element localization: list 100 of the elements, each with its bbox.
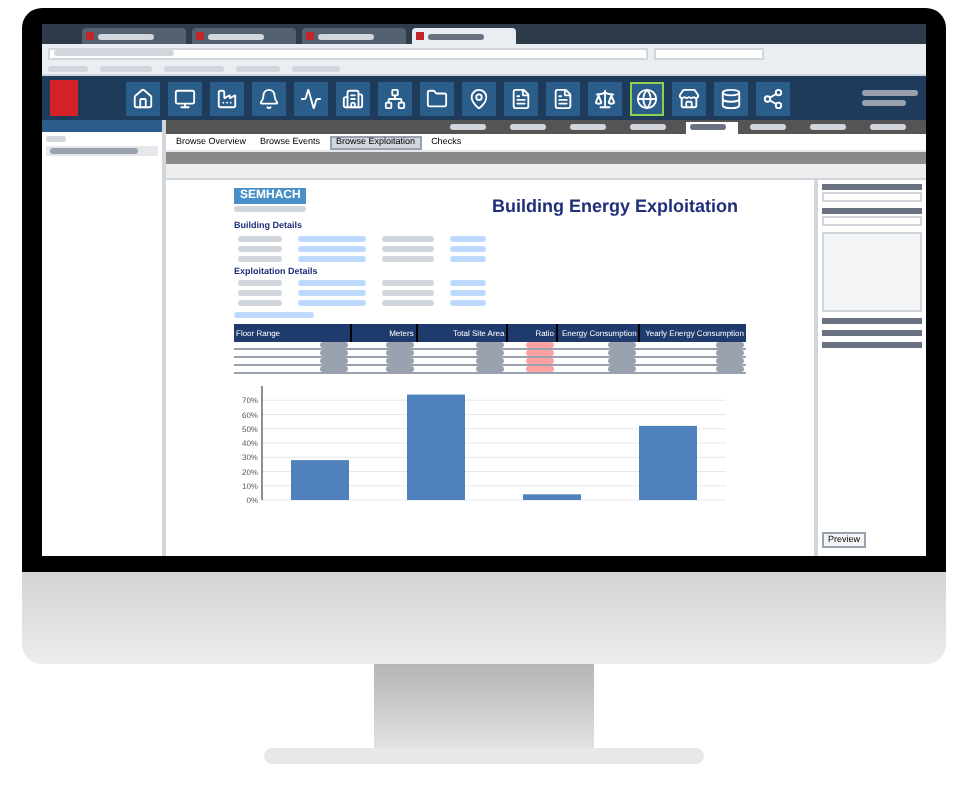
folder-icon [426,87,448,109]
app-tab[interactable] [686,121,738,133]
nav-button[interactable] [378,81,412,115]
favicon-icon [86,32,94,40]
blurred-text [50,148,138,154]
nav-button[interactable] [126,81,160,115]
blurred-text [46,136,66,142]
blurred-text [238,290,282,296]
blurred-text [234,206,306,212]
favicon-icon [416,32,424,40]
blurred-text [450,124,486,130]
scale-icon [594,87,616,109]
nav-button[interactable] [756,81,790,115]
blurred-text [238,235,282,241]
blurred-text [318,33,374,39]
browser-tab[interactable] [302,28,406,44]
sidebar-header [42,120,162,132]
panel-header [822,208,922,214]
url-field[interactable] [48,47,648,59]
blurred-text [510,124,546,130]
nav-button[interactable] [336,81,370,115]
pin-icon [468,87,490,109]
blurred-text [630,124,666,130]
nav-button[interactable] [210,81,244,115]
panel-header [822,342,922,348]
blurred-text [428,33,484,39]
report-title: Building Energy Exploitation [491,194,740,216]
search-field[interactable] [654,47,764,59]
panel-header [822,318,922,324]
document-icon [510,87,532,109]
panel-header [822,184,922,190]
nav-button[interactable] [546,81,580,115]
nav-button[interactable] [168,81,202,115]
blurred-text [234,312,314,318]
factory-icon [216,87,238,109]
panel-header [822,330,922,336]
blurred-text [208,33,264,39]
y-axis [261,385,263,501]
nav-button[interactable] [672,81,706,115]
blurred-text [298,300,366,306]
blurred-text [382,245,434,251]
chart-bar [639,425,697,500]
blurred-text [862,100,906,106]
blurred-text [690,124,726,130]
blurred-text [750,124,786,130]
blurred-text [382,255,434,261]
blurred-text [238,245,282,251]
pulse-icon [300,87,322,109]
chart-bar [523,494,581,500]
monitor-icon [174,87,196,109]
nav-button[interactable] [294,81,328,115]
blurred-text [382,290,434,296]
favicon-icon [196,32,204,40]
network-icon [384,87,406,109]
browser-tab[interactable] [412,28,516,44]
blurred-text [450,290,486,296]
blurred-text [298,290,366,296]
blurred-text [450,255,486,261]
store-icon [678,87,700,109]
home-icon [132,87,154,109]
chart-bar [407,394,465,500]
date-field[interactable] [822,216,922,226]
blurred-text [238,280,282,286]
nav-button[interactable] [462,81,496,115]
blurred-text [450,235,486,241]
nav-button[interactable] [714,81,748,115]
blurred-text [450,300,486,306]
chart-bar [291,460,349,500]
nav-button[interactable] [588,81,622,115]
date-field[interactable] [822,192,922,202]
bell-icon [258,87,280,109]
nav-button[interactable] [504,81,538,115]
favicon-icon [306,32,314,40]
blurred-text [810,124,846,130]
blurred-text [870,124,906,130]
document-icon [552,87,574,109]
blurred-text [382,300,434,306]
blurred-text [298,280,366,286]
blurred-text [382,280,434,286]
blurred-text [450,280,486,286]
blurred-text [450,245,486,251]
globe-icon [636,87,658,109]
blurred-text [238,255,282,261]
blurred-text [98,33,154,39]
blurred-text [298,235,366,241]
browser-tab[interactable] [82,28,186,44]
nav-button[interactable] [420,81,454,115]
blurred-text [298,245,366,251]
browser-tab[interactable] [192,28,296,44]
nav-button[interactable] [630,81,664,115]
blurred-text [238,300,282,306]
logo [50,80,78,116]
share-icon [762,87,784,109]
blurred-text [382,235,434,241]
blurred-text [862,90,918,96]
database-icon [720,87,742,109]
building-icon [342,87,364,109]
nav-button[interactable] [252,81,286,115]
blurred-text [298,255,366,261]
blurred-text [570,124,606,130]
